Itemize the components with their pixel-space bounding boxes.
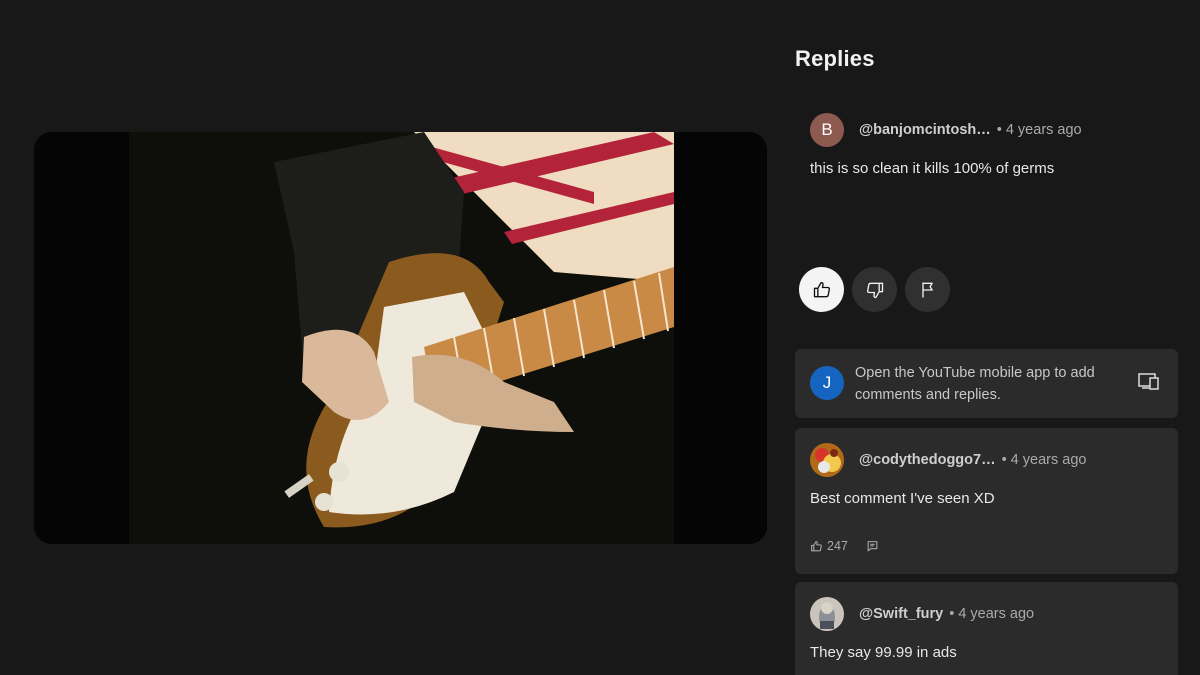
reply-stats: 247 xyxy=(810,539,879,553)
profile-picture xyxy=(810,597,844,631)
user-avatar: J xyxy=(810,366,844,400)
profile-picture xyxy=(810,443,844,477)
avatar[interactable] xyxy=(810,443,844,477)
thumbs-up-icon[interactable] xyxy=(810,540,823,553)
main-comment: B @banjomcintosh… • 4 years ago this is s… xyxy=(810,113,1180,177)
avatar[interactable]: B xyxy=(810,113,844,147)
like-button[interactable] xyxy=(799,267,844,312)
open-app-message: Open the YouTube mobile app to add comme… xyxy=(855,365,1095,403)
panel-title: Replies xyxy=(795,46,875,71)
thumbs-down-icon xyxy=(866,282,883,298)
reply-author[interactable]: @Swift_fury xyxy=(859,606,943,622)
reply-time: • 4 years ago xyxy=(949,606,1035,622)
reply-content: @Swift_fury • 4 years ago They say 99.99 … xyxy=(810,597,1165,661)
reply-card[interactable]: @codythedoggo7… • 4 years ago Best commen… xyxy=(795,428,1178,574)
reply-content: @codythedoggo7… • 4 years ago Best commen… xyxy=(810,443,1165,507)
dislike-button[interactable] xyxy=(852,267,897,312)
device-cast-icon[interactable] xyxy=(1138,372,1160,390)
comment-time-text: 4 years ago xyxy=(1005,122,1082,138)
reply-time-text: 4 years ago xyxy=(1010,452,1087,468)
reply-meta: @codythedoggo7… • 4 years ago xyxy=(810,443,1165,477)
thumbs-up-icon xyxy=(813,281,830,297)
report-button[interactable] xyxy=(905,267,950,312)
reply-icon[interactable] xyxy=(866,540,879,553)
reply-time-text: 4 years ago xyxy=(958,606,1035,622)
open-app-prompt[interactable]: J Open the YouTube mobile app to add com… xyxy=(795,349,1178,418)
reply-text: Best comment I've seen XD xyxy=(810,490,995,507)
reply-text: They say 99.99 in ads xyxy=(810,644,957,661)
video-player[interactable] xyxy=(34,132,767,544)
comment-meta: B @banjomcintosh… • 4 years ago xyxy=(810,113,1180,147)
reply-meta: @Swift_fury • 4 years ago xyxy=(810,597,1165,631)
video-frame xyxy=(34,132,767,544)
reply-card[interactable]: @Swift_fury • 4 years ago They say 99.99 … xyxy=(795,582,1178,675)
replies-screen: Replies B @banjomcintosh… • 4 years ago t… xyxy=(0,0,1200,675)
flag-icon xyxy=(921,282,933,297)
comment-author[interactable]: @banjomcintosh… xyxy=(859,122,991,138)
like-count: 247 xyxy=(827,539,848,553)
comment-text: this is so clean it kills 100% of germs xyxy=(810,160,1055,177)
comment-actions xyxy=(799,267,950,312)
comment-time: • 4 years ago xyxy=(996,122,1082,138)
avatar[interactable] xyxy=(810,597,844,631)
reply-time: • 4 years ago xyxy=(1001,452,1087,468)
reply-author[interactable]: @codythedoggo7… xyxy=(859,452,996,468)
